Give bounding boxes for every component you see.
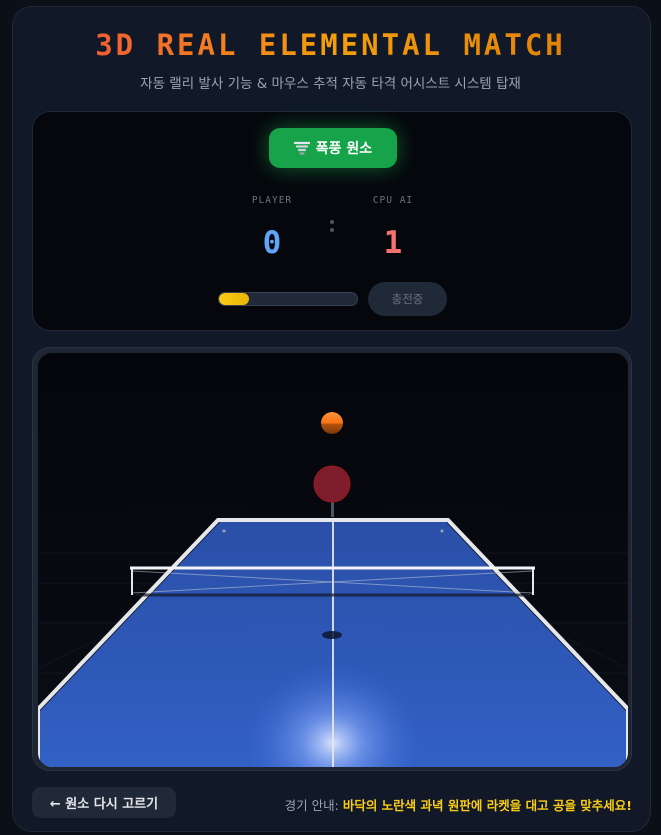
cpu-label: CPU AI (372, 195, 414, 206)
hint-label: 경기 안내: (284, 798, 339, 813)
score-separator (329, 216, 335, 238)
player-label: PLAYER (251, 195, 293, 206)
cpu-score: 1 (383, 225, 403, 261)
game-scene (38, 353, 628, 767)
game-viewport (32, 347, 632, 771)
back-to-element-select-button[interactable]: ← 원소 다시 고르기 (32, 787, 176, 818)
element-select-button[interactable]: 폭풍 원소 (269, 128, 397, 168)
charge-button[interactable]: 충전중 (368, 282, 447, 316)
player-score: 0 (262, 225, 282, 261)
charge-meter (218, 292, 358, 306)
page-subtitle: 자동 랠리 발사 기능 & 마우스 추적 자동 타격 어시스트 시스템 탑재 (140, 76, 521, 92)
game-canvas[interactable] (38, 353, 628, 767)
charge-meter-fill (219, 293, 250, 305)
game-ball (321, 412, 343, 434)
element-select-label: 폭풍 원소 (315, 141, 373, 157)
page-title: 3D REAL ELEMENTAL MATCH (0, 28, 661, 62)
hint-text: 바닥의 노란색 과녁 원판에 라켓을 대고 공을 맞추세요! (342, 798, 632, 813)
game-hint: 경기 안내: 바닥의 노란색 과녁 원판에 라켓을 대고 공을 맞추세요! (285, 795, 632, 814)
ball-shadow (322, 631, 342, 639)
score-panel: 폭풍 원소 PLAYER CPU AI 0 1 충전중 (32, 111, 632, 331)
tornado-icon (293, 141, 310, 155)
